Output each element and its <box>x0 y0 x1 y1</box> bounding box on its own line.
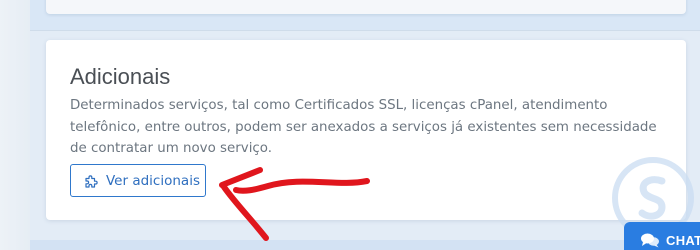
previous-card <box>46 0 686 14</box>
page-background: Adicionais Determinados serviços, tal co… <box>0 0 700 250</box>
bottom-band <box>30 240 700 250</box>
left-edge-strip <box>0 0 30 250</box>
section-divider <box>30 30 700 31</box>
addons-title: Adicionais <box>70 64 171 89</box>
addons-description: Determinados serviços, tal como Certific… <box>70 98 657 156</box>
chat-label: CHAT <box>666 232 700 248</box>
view-addons-button[interactable]: Ver adicionais <box>70 164 206 197</box>
addons-card: Adicionais Determinados serviços, tal co… <box>46 40 686 220</box>
view-addons-label: Ver adicionais <box>106 172 200 189</box>
puzzle-icon <box>84 173 100 189</box>
chat-button[interactable]: CHAT <box>624 222 700 250</box>
chat-bubbles-icon <box>640 232 660 248</box>
